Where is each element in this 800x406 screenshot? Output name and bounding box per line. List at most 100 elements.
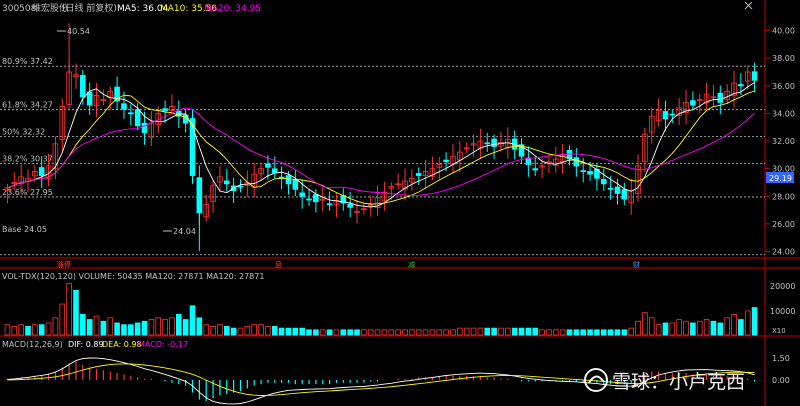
event-marker-limit-up[interactable]: 涨停 <box>56 260 72 269</box>
candle <box>457 140 463 173</box>
svg-text:40.54: 40.54 <box>67 27 90 36</box>
volume-bar <box>45 322 52 336</box>
watermark-text: 雪球：小卢克西 <box>612 371 745 393</box>
candle <box>751 62 758 93</box>
volume-bar <box>744 310 751 336</box>
macd-dea-label: DEA: 0.98 <box>102 340 142 349</box>
volume-bar <box>93 315 100 336</box>
candle-body <box>121 103 127 110</box>
volume-bar <box>409 329 415 336</box>
volume-bar <box>635 320 641 336</box>
candle <box>169 94 175 115</box>
volume-bar <box>141 320 148 336</box>
price-tick-label-28.00: 28.00 <box>772 192 795 201</box>
candle <box>100 89 107 106</box>
volume-bar <box>128 324 134 336</box>
volume-bar <box>189 305 196 336</box>
candle-body <box>223 180 230 185</box>
volume-bar <box>621 329 628 336</box>
candle <box>463 142 470 154</box>
svg-text:24.04: 24.04 <box>173 227 196 236</box>
candle <box>114 76 120 110</box>
fib-label-3: 38.2% 30.37 <box>2 155 53 164</box>
svg-text:涨停: 涨停 <box>57 260 71 269</box>
candle-body <box>237 185 244 188</box>
volume-bar <box>422 329 429 336</box>
volume-bar <box>347 329 353 336</box>
volume-bar <box>258 324 264 336</box>
volume-bar <box>628 327 634 336</box>
candle <box>258 162 264 182</box>
event-marker-report[interactable]: 财 <box>633 260 640 269</box>
candle <box>210 180 216 213</box>
volume-bar <box>100 320 107 336</box>
candle <box>498 131 504 152</box>
candle <box>299 180 305 209</box>
volume-bar <box>511 327 518 336</box>
candle <box>148 111 155 147</box>
candle <box>333 192 340 218</box>
macd-tick-0.00: 0.00 <box>772 376 790 385</box>
fib-label-0: 80.9% 37.42 <box>2 57 53 66</box>
candle <box>374 185 381 216</box>
macd-value-label: MACD: -0.17 <box>138 340 188 349</box>
volume-bar <box>148 319 155 336</box>
fib-label-1: 61.8% 34.27 <box>2 101 53 110</box>
candle <box>690 91 696 110</box>
event-marker-dividend[interactable]: 息 <box>275 260 282 269</box>
volume-bar <box>614 329 621 336</box>
stock-chart[interactable]: 300508 维宏股份 (日线 前复权) MA5: 36.04 MA10: 35… <box>0 0 800 406</box>
candle <box>724 83 730 104</box>
macd-tick-1.50: 1.50 <box>772 354 790 363</box>
volume-bar <box>175 313 182 336</box>
candle <box>450 144 456 174</box>
volume-bar <box>580 329 587 336</box>
volume-bar <box>230 327 237 336</box>
candle <box>655 98 662 127</box>
volume-bar <box>32 324 38 336</box>
volume-bar <box>244 326 251 336</box>
volume-bar <box>251 324 257 336</box>
candle <box>128 104 134 126</box>
volume-bar <box>333 329 340 336</box>
candle-body <box>326 203 333 206</box>
volume-bar <box>532 327 539 336</box>
candle-body <box>162 108 168 112</box>
volume-bar <box>552 329 559 336</box>
candle-body <box>265 163 271 168</box>
candle <box>182 110 189 133</box>
svg-text:29.19: 29.19 <box>769 174 792 183</box>
candle <box>326 191 333 211</box>
volume-bar <box>436 329 443 336</box>
macd-name: MACD(12,26,9) <box>2 340 63 349</box>
volume-bar <box>285 327 292 336</box>
candle <box>381 181 388 211</box>
volume-bar <box>237 327 244 336</box>
volume-bar <box>429 329 436 336</box>
event-marker-reduce[interactable]: 减 <box>408 260 415 269</box>
candle-body <box>271 168 278 174</box>
volume-bar <box>265 326 271 336</box>
volume-bar <box>477 327 484 336</box>
volume-bar <box>381 329 388 336</box>
candle <box>361 202 367 215</box>
close-icon[interactable] <box>744 1 753 10</box>
candle-body <box>662 111 669 120</box>
volume-bar <box>313 329 319 336</box>
volume-bar <box>491 327 497 336</box>
volume-bar <box>210 326 216 336</box>
candle-body <box>347 203 353 208</box>
candle <box>532 156 539 176</box>
volume-bar <box>367 329 374 336</box>
candle <box>354 200 360 224</box>
volume-bar <box>4 324 11 336</box>
volume-bar <box>607 329 614 336</box>
volume-bar <box>690 322 696 336</box>
candle <box>223 168 230 192</box>
candle-body <box>751 71 758 81</box>
volume-bar <box>546 329 552 336</box>
volume-bar <box>648 317 655 336</box>
volume-bar <box>594 329 600 336</box>
candle <box>347 192 353 218</box>
candle <box>86 82 93 115</box>
